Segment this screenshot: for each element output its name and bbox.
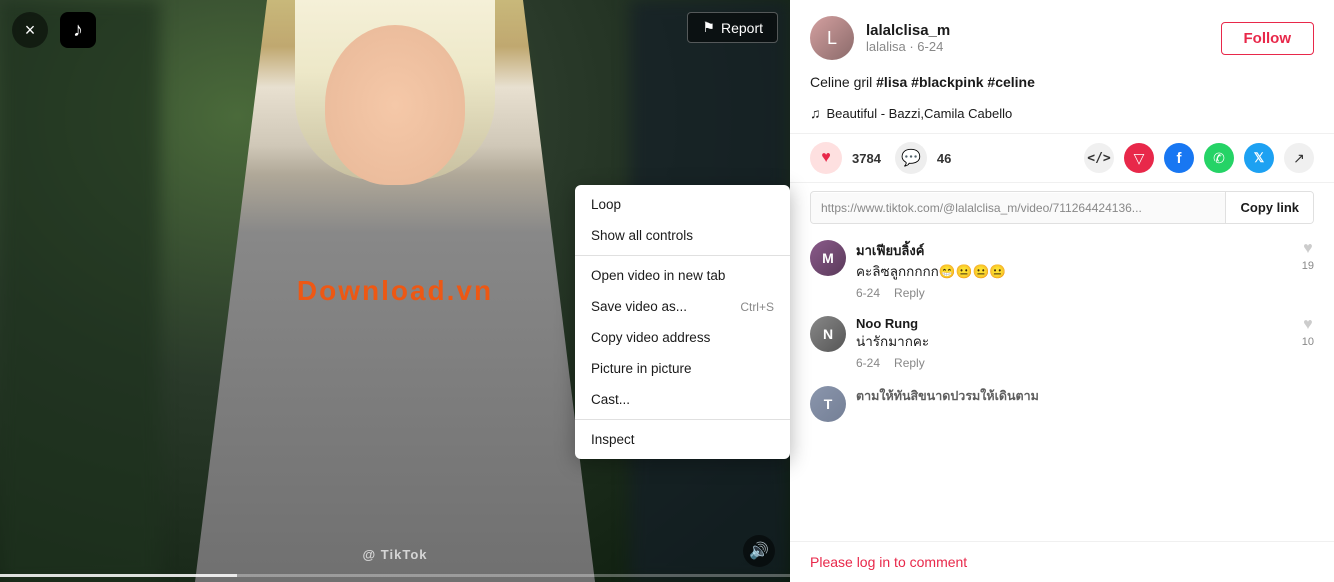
comment-item-2: N Noo Rung น่ารักมากคะ 6-24 Reply ♥ 10	[810, 316, 1314, 370]
user-avatar: L	[810, 16, 854, 60]
tiktok-logo-icon: ♪	[60, 12, 96, 48]
more-share-button[interactable]: ↗	[1284, 143, 1314, 173]
action-bar: ♥ 3784 💬 46 </> ▽ f ✆ 𝕏 ↗	[790, 133, 1334, 183]
comment-count: 46	[937, 151, 951, 166]
comments-section: M มาเฟียบลิ้งค์ คะลิซลูกกกกก😁😐😐😐 6-24 Re…	[790, 232, 1334, 541]
download-icon: ▽	[1134, 150, 1145, 167]
volume-button[interactable]: 🔊	[743, 535, 775, 567]
comment-meta-1: 6-24 Reply	[856, 286, 1292, 300]
comment-body-1: มาเฟียบลิ้งค์ คะลิซลูกกกกก😁😐😐😐 6-24 Repl…	[856, 240, 1292, 300]
heart-icon: ♥	[821, 149, 831, 167]
copy-link-button[interactable]: Copy link	[1225, 192, 1313, 223]
context-menu-inspect[interactable]: Inspect	[575, 424, 790, 455]
context-menu-cast[interactable]: Cast...	[575, 384, 790, 415]
comment-avatar-3: T	[810, 386, 846, 422]
comment-like-count-2: 10	[1302, 336, 1314, 348]
facebook-share-button[interactable]: f	[1164, 143, 1194, 173]
comment-heart-icon-2: ♥	[1303, 316, 1313, 334]
comment-like-2[interactable]: ♥ 10	[1302, 316, 1314, 370]
comment-meta-2: 6-24 Reply	[856, 356, 1292, 370]
url-bar: https://www.tiktok.com/@lalalclisa_m/vid…	[810, 191, 1314, 224]
right-panel: L lalalclisa_m lalalisa · 6-24 Follow Ce…	[790, 0, 1334, 582]
post-caption: Celine gril #lisa #blackpink #celine	[790, 72, 1334, 101]
save-shortcut: Ctrl+S	[740, 300, 774, 314]
comment-text-1: คะลิซลูกกกกก😁😐😐😐	[856, 263, 1292, 282]
context-menu-divider-2	[575, 419, 790, 420]
comment-username-2[interactable]: Noo Rung	[856, 316, 1292, 331]
report-button[interactable]: ⚑ Report	[687, 12, 778, 43]
music-line: ♫ Beautiful - Bazzi,Camila Cabello	[790, 101, 1334, 133]
download-share-button[interactable]: ▽	[1124, 143, 1154, 173]
video-watermark: @ TikTok	[363, 547, 428, 562]
embed-share-button[interactable]: </>	[1084, 143, 1114, 173]
context-menu-copy-address[interactable]: Copy video address	[575, 322, 790, 353]
context-menu-loop[interactable]: Loop	[575, 189, 790, 220]
twitter-icon: 𝕏	[1254, 150, 1264, 166]
like-count: 3784	[852, 151, 881, 166]
comment-icon: 💬	[901, 148, 921, 168]
whatsapp-share-button[interactable]: ✆	[1204, 143, 1234, 173]
like-button[interactable]: ♥	[810, 142, 842, 174]
follow-button[interactable]: Follow	[1221, 22, 1315, 55]
embed-icon: </>	[1087, 151, 1110, 166]
comment-body-3: ตามให้ทันสิขนาดปวรมให้เดินตาม	[856, 386, 1314, 422]
comment-heart-icon-1: ♥	[1303, 240, 1313, 258]
twitter-share-button[interactable]: 𝕏	[1244, 143, 1274, 173]
music-icon: ♫	[810, 105, 821, 121]
comment-reply-2[interactable]: Reply	[894, 356, 925, 370]
comment-avatar-2: N	[810, 316, 846, 352]
user-subline: lalalisa · 6-24	[866, 39, 1209, 54]
user-info: lalalclisa_m lalalisa · 6-24	[866, 22, 1209, 54]
comment-button[interactable]: 💬	[895, 142, 927, 174]
comment-date-1: 6-24	[856, 286, 880, 300]
share-arrow-icon: ↗	[1293, 150, 1305, 167]
context-menu: Loop Show all controls Open video in new…	[575, 185, 790, 459]
comment-username-3[interactable]: ตามให้ทันสิขนาดปวรมให้เดินตาม	[856, 386, 1314, 406]
context-menu-divider-1	[575, 255, 790, 256]
comment-body-2: Noo Rung น่ารักมากคะ 6-24 Reply	[856, 316, 1292, 370]
whatsapp-icon: ✆	[1213, 150, 1225, 167]
report-label: Report	[721, 20, 763, 36]
share-url: https://www.tiktok.com/@lalalclisa_m/vid…	[811, 193, 1225, 223]
comment-username-1[interactable]: มาเฟียบลิ้งค์	[856, 240, 1292, 261]
comment-avatar-1: M	[810, 240, 846, 276]
comment-item-3: T ตามให้ทันสิขนาดปวรมให้เดินตาม	[810, 386, 1314, 422]
login-prompt[interactable]: Please log in to comment	[790, 541, 1334, 582]
context-menu-show-controls[interactable]: Show all controls	[575, 220, 790, 251]
hashtags: #lisa #blackpink #celine	[876, 74, 1035, 90]
comment-text-2: น่ารักมากคะ	[856, 333, 1292, 352]
context-menu-save-video[interactable]: Save video as... Ctrl+S	[575, 291, 790, 322]
video-panel: Download.vn × ♪ ⚑ Report Loop Show all c…	[0, 0, 790, 582]
music-title: Beautiful - Bazzi,Camila Cabello	[827, 106, 1013, 121]
comment-date-2: 6-24	[856, 356, 880, 370]
tiktok-logo: ♪	[60, 12, 96, 48]
video-progress-fill	[0, 574, 237, 577]
caption-text: Celine gril	[810, 74, 876, 90]
comment-item: M มาเฟียบลิ้งค์ คะลิซลูกกกกก😁😐😐😐 6-24 Re…	[810, 240, 1314, 300]
post-header: L lalalclisa_m lalalisa · 6-24 Follow	[790, 0, 1334, 72]
comment-like-count-1: 19	[1302, 260, 1314, 272]
flag-icon: ⚑	[702, 19, 715, 36]
comment-like-1[interactable]: ♥ 19	[1302, 240, 1314, 300]
context-menu-pip[interactable]: Picture in picture	[575, 353, 790, 384]
close-button[interactable]: ×	[12, 12, 48, 48]
username[interactable]: lalalclisa_m	[866, 22, 1209, 39]
context-menu-open-tab[interactable]: Open video in new tab	[575, 260, 790, 291]
video-progress-bar[interactable]	[0, 574, 790, 577]
facebook-icon: f	[1177, 150, 1182, 167]
comment-reply-1[interactable]: Reply	[894, 286, 925, 300]
